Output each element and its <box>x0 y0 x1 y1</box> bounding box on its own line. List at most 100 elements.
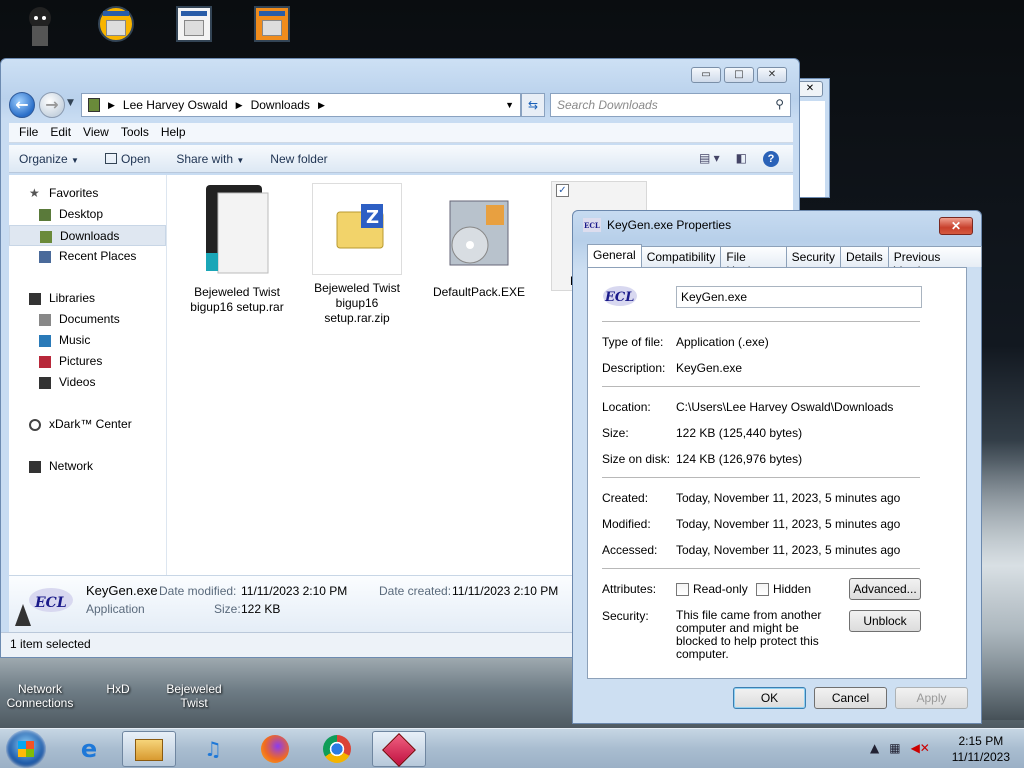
sidebar-xdark-center[interactable]: xDark™ Center <box>9 414 166 435</box>
chevron-down-icon: ▼ <box>236 155 245 165</box>
maximize-button[interactable]: □ <box>724 67 754 83</box>
accessed-value: Today, November 11, 2023, 5 minutes ago <box>676 543 901 557</box>
menu-file[interactable]: File <box>13 123 44 142</box>
new-folder-button[interactable]: New folder <box>270 152 327 166</box>
start-button[interactable] <box>6 730 46 768</box>
sidebar-item-music[interactable]: Music <box>9 330 166 351</box>
breadcrumb-item[interactable]: Downloads <box>251 98 310 112</box>
svg-text:Z: Z <box>366 207 379 228</box>
libraries-icon <box>29 293 41 305</box>
share-with-button[interactable]: Share with ▼ <box>176 152 244 166</box>
help-icon[interactable]: ? <box>763 151 779 167</box>
cancel-button[interactable]: Cancel <box>814 687 887 709</box>
application-icon <box>98 6 134 42</box>
taskbar-music-player[interactable]: ♫ <box>186 731 240 767</box>
sidebar-network[interactable]: Network <box>9 456 166 477</box>
tab-strip: General Compatibility File Hashes Securi… <box>587 244 982 278</box>
clock-date: 11/11/2023 <box>951 750 1010 764</box>
pictures-icon <box>39 356 51 368</box>
selection-checkbox[interactable]: ✓ <box>556 184 569 197</box>
sidebar-label: Downloads <box>60 229 120 243</box>
advanced-button[interactable]: Advanced... <box>849 578 921 600</box>
search-icon: ⚲ <box>775 97 784 111</box>
desktop-icon-app-1[interactable] <box>76 6 156 42</box>
details-file-name: KeyGen.exe <box>86 583 158 598</box>
desktop-icon-bejeweled-twist[interactable]: Bejeweled Twist <box>154 660 234 710</box>
checkbox-box <box>676 583 689 597</box>
sidebar-favorites[interactable]: ★ Favorites <box>9 183 166 204</box>
menu-view[interactable]: View <box>77 123 115 142</box>
background-window-close-button[interactable]: ✕ <box>797 81 823 97</box>
zip-thumbnail: Z <box>312 183 402 275</box>
show-hidden-icons-icon[interactable]: ▲ <box>870 741 879 755</box>
file-item[interactable]: Z Bejeweled Twist bigup16 setup.rar.zip <box>309 183 405 326</box>
close-button[interactable]: ✕ <box>757 67 787 83</box>
tab-details[interactable]: Details <box>840 246 889 267</box>
refresh-button[interactable]: ⇆ <box>521 93 545 117</box>
clock[interactable]: 2:15 PM 11/11/2023 <box>952 733 1010 765</box>
taskbar-chrome[interactable] <box>310 731 364 767</box>
address-bar[interactable]: ▶ Lee Harvey Oswald ▶ Downloads ▶ ▼ <box>81 93 521 117</box>
breadcrumb-separator-icon: ▶ <box>317 99 325 110</box>
readonly-checkbox[interactable]: Read-only <box>676 582 748 597</box>
hidden-checkbox[interactable]: Hidden <box>756 582 811 597</box>
file-item[interactable]: DefaultPack.EXE <box>431 183 527 300</box>
forward-button[interactable]: → <box>39 92 65 118</box>
network-status-icon[interactable]: ▦ <box>889 741 900 755</box>
taskbar-internet-explorer[interactable]: e <box>62 731 116 767</box>
details-file-type: Application <box>86 602 145 616</box>
menu-help[interactable]: Help <box>155 123 192 142</box>
sidebar-item-documents[interactable]: Documents <box>9 309 166 330</box>
breadcrumb-item[interactable]: Lee Harvey Oswald <box>123 98 228 112</box>
sidebar-label: Pictures <box>59 354 103 368</box>
sidebar-item-videos[interactable]: Videos <box>9 372 166 393</box>
change-view-icon[interactable]: ▤ ▾ <box>699 151 720 167</box>
tab-previous-versions[interactable]: Previous Versions <box>887 246 982 278</box>
search-input[interactable]: Search Downloads ⚲ <box>550 93 791 117</box>
search-placeholder: Search Downloads <box>557 98 658 112</box>
sidebar-item-desktop[interactable]: Desktop <box>9 204 166 225</box>
desktop-icon-network-connections[interactable]: Network Connections <box>0 660 80 710</box>
taskbar: e ♫ ▲ ▦ ◀✕ 2:15 PM 11/11/2023 <box>0 728 1024 768</box>
taskbar-bejeweled[interactable] <box>372 731 426 767</box>
sidebar-item-downloads[interactable]: Downloads <box>9 225 166 246</box>
address-dropdown-icon[interactable]: ▼ <box>505 100 514 110</box>
menu-edit[interactable]: Edit <box>44 123 77 142</box>
tab-general[interactable]: General <box>587 244 642 267</box>
recent-pages-chevron-icon[interactable]: ▼ <box>67 98 74 108</box>
preview-pane-icon[interactable]: ◧ <box>736 151 747 167</box>
security-label: Security: <box>602 609 649 623</box>
details-date-modified-label: Date modified: <box>159 584 237 598</box>
sidebar-label: Favorites <box>49 186 99 200</box>
sidebar-libraries[interactable]: Libraries <box>9 288 166 309</box>
sidebar-item-pictures[interactable]: Pictures <box>9 351 166 372</box>
filename-field[interactable]: KeyGen.exe <box>676 286 922 308</box>
installer-icon <box>449 200 509 266</box>
close-button[interactable]: ✕ <box>939 217 973 235</box>
attributes-label: Attributes: <box>602 582 657 596</box>
desktop-icon-app-3[interactable] <box>232 6 312 42</box>
system-tray: ▲ ▦ ◀✕ <box>870 741 930 755</box>
open-button[interactable]: Open <box>104 152 150 166</box>
breadcrumb-separator-icon: ▶ <box>108 99 115 110</box>
taskbar-firefox[interactable] <box>248 731 302 767</box>
desktop-icon-app-2[interactable] <box>154 6 234 42</box>
tab-security[interactable]: Security <box>785 246 842 267</box>
sidebar-label: Network <box>49 459 94 473</box>
organize-button[interactable]: Organize ▼ <box>19 152 79 166</box>
taskbar-explorer[interactable] <box>122 731 176 767</box>
zip-archive-icon: Z <box>336 204 384 249</box>
ok-button[interactable]: OK <box>733 687 806 709</box>
desktop-icon-hxd[interactable]: HxD <box>78 660 158 696</box>
file-item[interactable]: Bejeweled Twist bigup16 setup.rar <box>189 183 285 315</box>
desktop-icon-character[interactable] <box>0 4 80 53</box>
minimize-button[interactable]: ▭ <box>691 67 721 83</box>
apply-button[interactable]: Apply <box>895 687 968 709</box>
back-button[interactable]: ← <box>9 92 35 118</box>
tab-compatibility[interactable]: Compatibility <box>640 246 722 267</box>
unblock-button[interactable]: Unblock <box>849 610 921 632</box>
sidebar-item-recent-places[interactable]: Recent Places <box>9 246 166 267</box>
menu-tools[interactable]: Tools <box>115 123 155 142</box>
volume-muted-icon[interactable]: ◀✕ <box>911 741 930 755</box>
tab-file-hashes[interactable]: File Hashes <box>720 246 787 278</box>
